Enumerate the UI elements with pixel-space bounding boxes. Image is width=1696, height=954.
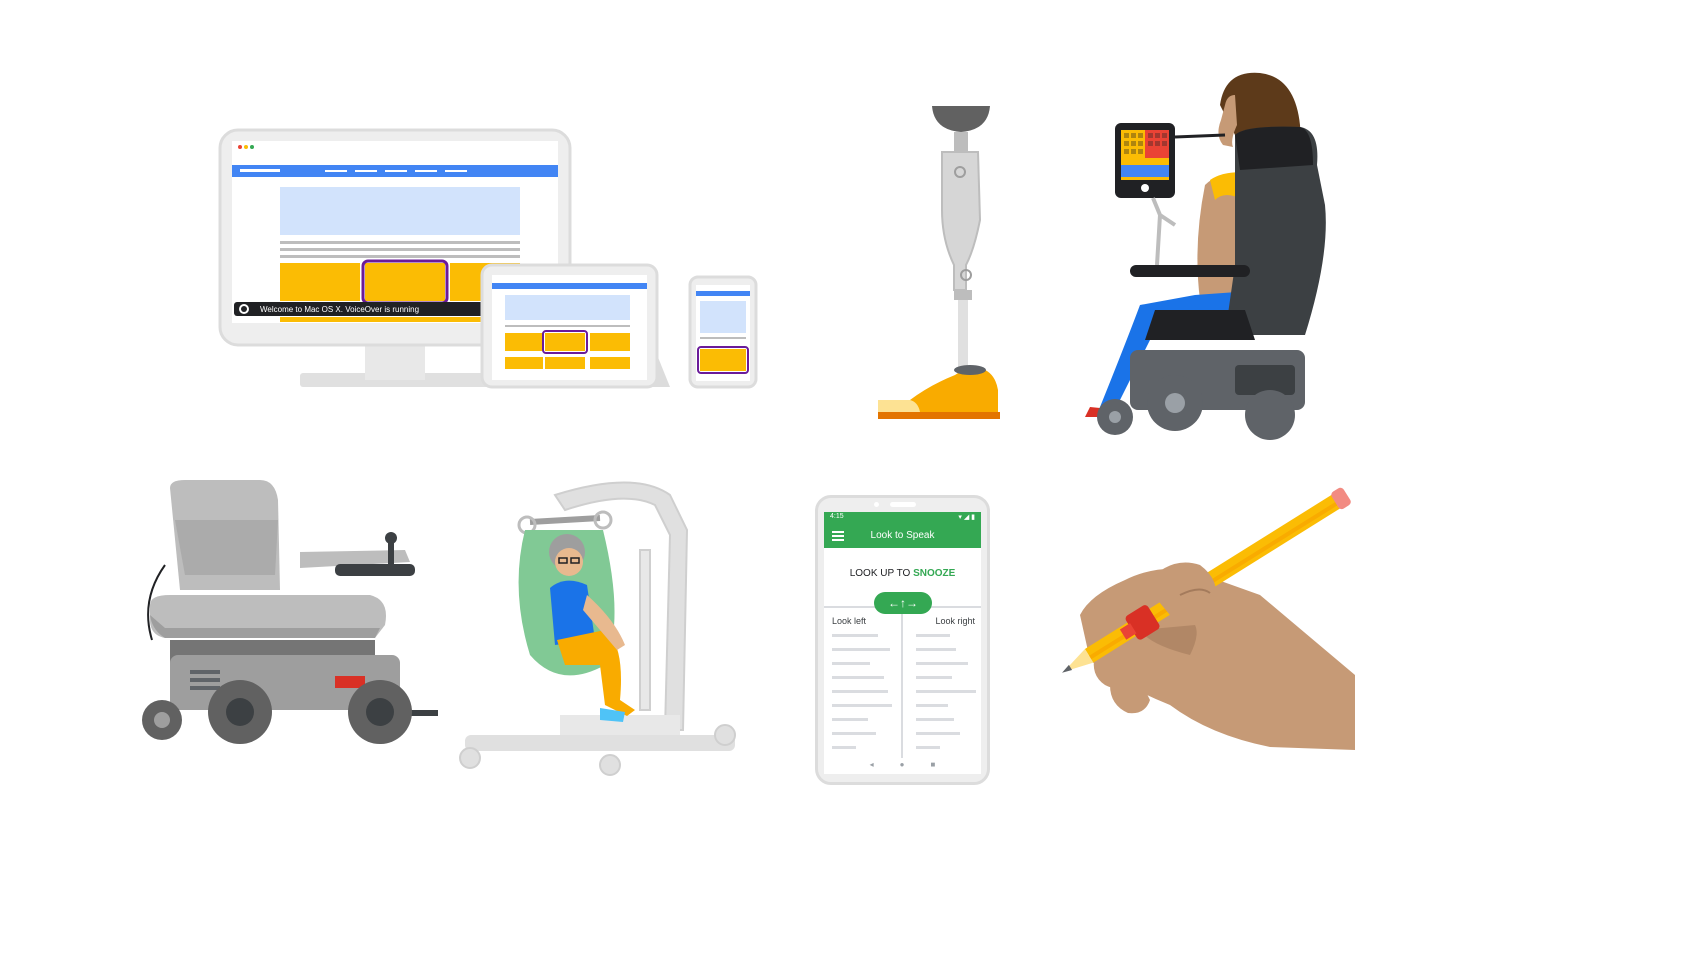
nav-bar: ◂ ● ■ (824, 760, 981, 774)
app-bar: Look to Speak (824, 524, 981, 548)
status-icons: ▾ ◢ ▮ (958, 514, 975, 521)
power-wheelchair-illustration (140, 480, 440, 750)
wheelchair-user-aac-illustration (1045, 65, 1360, 445)
instruction-action: SNOOZE (913, 568, 956, 579)
arrow-left-icon: ← (888, 596, 900, 610)
phone-screen: 4:15 ▾ ◢ ▮ Look to Speak LOOK UP TO SNOO… (824, 512, 981, 774)
arrow-right-icon: → (906, 596, 918, 610)
gaze-instruction: LOOK UP TO SNOOZE (824, 568, 981, 579)
prosthetic-leg-illustration (870, 100, 1020, 430)
patient-lift-illustration (455, 470, 740, 780)
phone-device (688, 275, 758, 389)
tablet-device (480, 263, 670, 389)
responsive-devices-illustration: Welcome to Mac OS X. VoiceOver is runnin… (200, 125, 800, 445)
instruction-prefix: LOOK UP TO (849, 568, 914, 579)
status-bar: 4:15 ▾ ◢ ▮ (824, 512, 981, 524)
nav-recents-icon[interactable]: ■ (931, 760, 936, 769)
look-left-label[interactable]: Look left (832, 616, 866, 626)
voiceover-caption-text: Welcome to Mac OS X. VoiceOver is runnin… (260, 305, 419, 314)
phone-camera (874, 502, 879, 507)
right-phrase-list[interactable] (916, 634, 976, 749)
nav-home-icon[interactable]: ● (900, 760, 905, 769)
voiceover-caption-bar: Welcome to Mac OS X. VoiceOver is runnin… (234, 302, 514, 316)
divider-vertical (901, 608, 903, 758)
phone-earpiece (890, 502, 916, 507)
look-to-speak-phone: 4:15 ▾ ◢ ▮ Look to Speak LOOK UP TO SNOO… (815, 495, 990, 785)
app-title: Look to Speak (870, 530, 935, 541)
hand-pencil-grip-illustration (1050, 485, 1360, 765)
look-right-label[interactable]: Look right (935, 616, 975, 626)
nav-back-icon[interactable]: ◂ (870, 760, 874, 769)
gaze-direction-pill[interactable]: ←↑→ (874, 592, 932, 614)
status-time: 4:15 (830, 513, 844, 520)
left-phrase-list[interactable] (832, 634, 892, 749)
